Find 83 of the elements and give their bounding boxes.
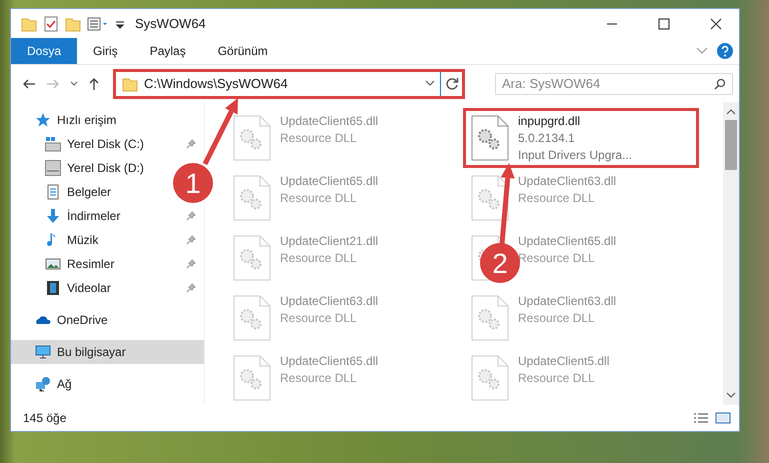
details-view-icon[interactable]: [693, 412, 709, 424]
file-name: UpdateClient65.dll: [280, 174, 378, 188]
file-description: Resource DLL: [518, 371, 596, 385]
folder-icon: [122, 76, 138, 92]
drive-icon: [45, 160, 61, 176]
file-tile[interactable]: inpupgrd.dll 5.0.2134.1 Input Drivers Upgra...: [463, 108, 699, 168]
sidebar-item[interactable]: Hızlı erişim: [11, 108, 204, 132]
scrollbar[interactable]: [723, 102, 739, 405]
sidebar-item[interactable]: Yerel Disk (C:): [11, 132, 204, 156]
item-count: 145 öğe: [23, 411, 68, 425]
maximize-icon: [658, 18, 670, 30]
file-name: UpdateClient63.dll: [280, 294, 378, 308]
search-icon: [714, 78, 726, 90]
drive-icon: [45, 136, 61, 152]
gear-file-icon: [470, 174, 510, 222]
gear-file-icon: [232, 294, 272, 342]
file-name: UpdateClient65.dll: [518, 234, 616, 248]
file-name: UpdateClient65.dll: [280, 354, 378, 368]
close-icon: [710, 18, 722, 30]
file-description: Resource DLL: [280, 371, 358, 385]
file-version: 5.0.2134.1: [518, 131, 576, 145]
sidebar-item[interactable]: Yerel Disk (D:): [11, 156, 152, 180]
help-icon[interactable]: [717, 43, 733, 59]
sidebar-item[interactable]: Videolar: [11, 276, 204, 300]
download-arrow-icon: [45, 208, 61, 224]
gear-file-icon: [232, 354, 272, 402]
sidebar-item[interactable]: OneDrive: [11, 308, 204, 332]
gear-file-icon: [232, 114, 272, 162]
file-description: Resource DLL: [518, 191, 596, 205]
back-arrow-icon: [22, 78, 36, 90]
chevron-down-icon: [70, 80, 78, 86]
gear-file-icon: [232, 174, 272, 222]
file-description: Resource DLL: [280, 251, 358, 265]
ribbon-tab[interactable]: Görünüm: [202, 38, 284, 64]
sidebar-item[interactable]: Resimler: [11, 252, 204, 276]
star-icon: [35, 112, 51, 128]
gear-file-icon: [470, 294, 510, 342]
sidebar-item[interactable]: Belgeler: [11, 180, 120, 204]
forward-arrow-icon: [46, 78, 60, 90]
sidebar-item[interactable]: Müzik: [11, 228, 204, 252]
picture-icon: [45, 256, 61, 272]
file-name: UpdateClient63.dll: [518, 174, 616, 188]
step-number: 1: [185, 168, 201, 199]
step-number: 2: [492, 248, 508, 279]
checklist-icon[interactable]: [43, 16, 59, 32]
gear-file-icon: [470, 354, 510, 402]
gear-file-icon: [232, 234, 272, 282]
document-icon: [45, 184, 61, 200]
file-description: Resource DLL: [518, 311, 596, 325]
computer-icon: [35, 344, 51, 360]
ribbon-tab[interactable]: Dosya: [11, 38, 78, 64]
file-name: UpdateClient63.dll: [518, 294, 616, 308]
file-name: UpdateClient5.dll: [518, 354, 610, 368]
dropdown-caret-icon[interactable]: [115, 18, 125, 28]
ribbon-tab[interactable]: Paylaş: [134, 38, 202, 64]
file-name: inpupgrd.dll: [518, 114, 582, 128]
gear-file-icon: [470, 114, 510, 162]
properties-icon[interactable]: [87, 16, 109, 32]
sidebar-item[interactable]: Bu bilgisayar: [11, 340, 204, 364]
file-description: Resource DLL: [280, 311, 358, 325]
scrollbar-thumb[interactable]: [725, 120, 737, 170]
sidebar-item[interactable]: İndirmeler: [11, 204, 204, 228]
address-bar[interactable]: C:\Windows\SysWOW64: [113, 68, 465, 98]
refresh-icon: [444, 76, 458, 90]
file-name: UpdateClient21.dll: [280, 234, 378, 248]
chevron-up-icon: [726, 108, 736, 116]
tiles-view-icon[interactable]: [715, 412, 731, 424]
sidebar-item[interactable]: Ağ: [11, 372, 204, 396]
file-description: Resource DLL: [518, 251, 596, 265]
window-title: SysWOW64: [135, 16, 207, 31]
chevron-down-icon[interactable]: [424, 80, 436, 88]
network-icon: [35, 376, 51, 392]
film-icon: [45, 280, 61, 296]
ribbon-tab[interactable]: Giriş: [77, 38, 134, 64]
address-path: C:\Windows\SysWOW64: [144, 76, 288, 91]
file-description: Input Drivers Upgra...: [518, 148, 632, 162]
chevron-down-icon: [726, 391, 736, 399]
callout-arrow: [202, 98, 238, 166]
file-name: UpdateClient65.dll: [280, 114, 378, 128]
up-arrow-icon: [88, 76, 100, 90]
file-description: Resource DLL: [280, 191, 358, 205]
file-description: Resource DLL: [280, 131, 358, 145]
search-field[interactable]: Ara: SysWOW64: [495, 72, 733, 94]
